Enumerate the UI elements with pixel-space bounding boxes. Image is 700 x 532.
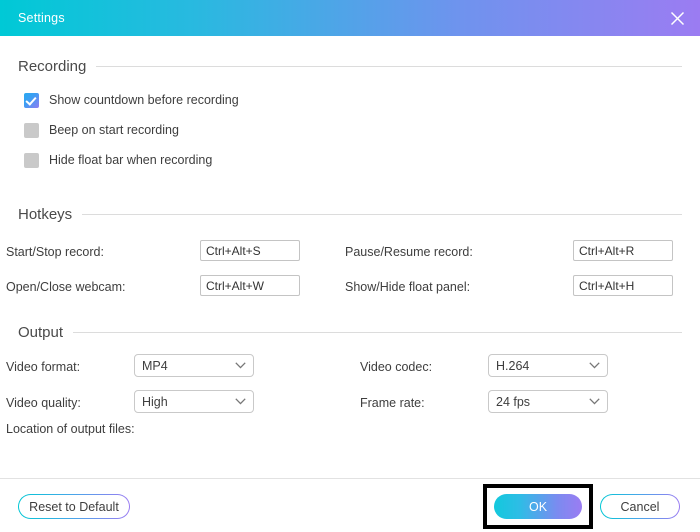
section-header-hotkeys: Hotkeys xyxy=(18,206,682,223)
dropdown-video-quality[interactable]: High xyxy=(134,390,254,413)
checkbox-hide-float-bar[interactable] xyxy=(24,152,39,168)
title-bar: Settings xyxy=(0,0,700,36)
input-open-close-webcam[interactable] xyxy=(200,275,300,296)
dropdown-video-format[interactable]: MP4 xyxy=(134,354,254,377)
section-rule-hotkeys xyxy=(82,214,682,215)
section-rule-output xyxy=(73,332,682,333)
checkbox-show-countdown[interactable] xyxy=(24,92,39,108)
close-icon xyxy=(670,11,684,25)
label-video-quality: Video quality: xyxy=(6,396,81,410)
footer-bar: Reset to Default Cancel xyxy=(0,479,700,532)
cancel-button[interactable]: Cancel xyxy=(600,494,680,519)
window-title: Settings xyxy=(18,11,65,25)
checkbox-row-beep-on-start[interactable]: Beep on start recording xyxy=(24,119,179,141)
dropdown-value-video-format: MP4 xyxy=(142,358,168,373)
chevron-down-icon xyxy=(589,362,600,369)
section-title-recording: Recording xyxy=(18,58,87,75)
input-show-hide-float-panel[interactable] xyxy=(573,275,673,296)
label-location-of-output-files: Location of output files: xyxy=(6,422,135,436)
reset-to-default-label: Reset to Default xyxy=(19,495,129,518)
dropdown-value-frame-rate: 24 fps xyxy=(496,394,531,409)
section-title-output: Output xyxy=(18,324,64,341)
checkbox-beep-on-start[interactable] xyxy=(24,122,39,138)
label-pause-resume-record: Pause/Resume record: xyxy=(345,245,473,259)
settings-content: Recording Show countdown before recordin… xyxy=(0,36,700,532)
input-start-stop-record[interactable] xyxy=(200,240,300,261)
chevron-down-icon xyxy=(589,398,600,405)
input-pause-resume-record[interactable] xyxy=(573,240,673,261)
section-header-recording: Recording xyxy=(18,58,682,75)
dropdown-video-codec[interactable]: H.264 xyxy=(488,354,608,377)
section-title-hotkeys: Hotkeys xyxy=(18,206,73,223)
ok-button[interactable]: OK xyxy=(494,494,582,519)
label-open-close-webcam: Open/Close webcam: xyxy=(6,280,126,294)
label-video-codec: Video codec: xyxy=(360,360,433,374)
checkbox-label-beep-on-start: Beep on start recording xyxy=(49,123,179,137)
label-video-format: Video format: xyxy=(6,360,81,374)
chevron-down-icon xyxy=(235,398,246,405)
checkbox-label-hide-float-bar: Hide float bar when recording xyxy=(49,153,213,167)
chevron-down-icon xyxy=(235,362,246,369)
label-start-stop-record: Start/Stop record: xyxy=(6,245,104,259)
checkbox-row-show-countdown[interactable]: Show countdown before recording xyxy=(24,89,239,111)
ok-label: OK xyxy=(528,499,548,514)
close-button[interactable] xyxy=(654,0,700,36)
label-show-hide-float-panel: Show/Hide float panel: xyxy=(345,280,471,294)
dropdown-frame-rate[interactable]: 24 fps xyxy=(488,390,608,413)
checkbox-label-show-countdown: Show countdown before recording xyxy=(49,93,239,107)
reset-to-default-button[interactable]: Reset to Default xyxy=(18,494,130,519)
checkbox-row-hide-float-bar[interactable]: Hide float bar when recording xyxy=(24,149,212,171)
dropdown-value-video-quality: High xyxy=(142,394,168,409)
section-rule-recording xyxy=(96,66,682,67)
section-header-output: Output xyxy=(18,324,682,341)
cancel-label: Cancel xyxy=(601,495,679,518)
label-frame-rate: Frame rate: xyxy=(360,396,425,410)
dropdown-value-video-codec: H.264 xyxy=(496,358,530,373)
